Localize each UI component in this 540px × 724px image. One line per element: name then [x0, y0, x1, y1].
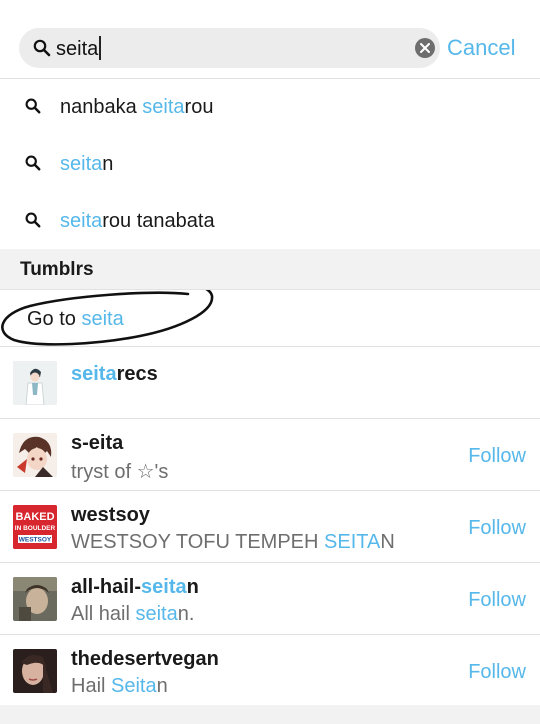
hand-drawn-circle-annotation [1, 290, 214, 346]
section-title: Tumblrs [20, 259, 94, 280]
blog-description: tryst of ☆'s [71, 461, 169, 483]
follow-button[interactable]: Follow [468, 445, 526, 468]
follow-button[interactable]: Follow [468, 589, 526, 612]
search-icon [25, 212, 41, 228]
avatar [13, 361, 57, 405]
suggestion-label: seitarou tanabata [60, 210, 215, 232]
search-suggestion[interactable]: nanbaka seitarou [0, 79, 540, 137]
suggestion-label: nanbaka seitarou [60, 96, 214, 118]
search-query-text: seita [56, 36, 102, 61]
search-icon [33, 39, 51, 57]
section-header-tumblrs: Tumblrs [0, 249, 540, 290]
blog-description: WESTSOY TOFU TEMPEH SEITAN [71, 531, 395, 553]
list-footer-band [0, 705, 540, 724]
blog-row-westsoy[interactable]: BAKED IN BOULDER WESTSOY westsoy WESTSOY… [0, 491, 540, 563]
blog-name: thedesertvegan [71, 648, 219, 670]
blog-row-thedesertvegan[interactable]: thedesertvegan Hail Seitan Follow [0, 635, 540, 707]
go-to-blog-row[interactable]: Go to seita [0, 290, 540, 347]
svg-text:IN BOULDER: IN BOULDER [15, 525, 56, 532]
clear-icon [420, 43, 430, 53]
text-caret [99, 36, 102, 60]
follow-button[interactable]: Follow [468, 661, 526, 684]
search-suggestion[interactable]: seitarou tanabata [0, 193, 540, 251]
svg-text:WESTSOY: WESTSOY [19, 537, 52, 544]
blog-name: seitarecs [71, 363, 158, 385]
avatar [13, 433, 57, 477]
blog-description: All hail seitan. [71, 603, 195, 625]
clear-search-button[interactable] [415, 38, 435, 58]
cancel-button[interactable]: Cancel [447, 35, 515, 61]
blog-description: Hail Seitan [71, 675, 168, 697]
avatar [13, 649, 57, 693]
blog-name: all-hail-seitan [71, 576, 199, 598]
follow-button[interactable]: Follow [468, 517, 526, 540]
westsoy-logo-avatar: BAKED IN BOULDER WESTSOY [13, 505, 57, 549]
search-header: seita Cancel [0, 0, 540, 79]
search-input[interactable]: seita [19, 28, 440, 68]
blog-name: westsoy [71, 504, 150, 526]
blog-name: s-eita [71, 432, 124, 454]
search-suggestion[interactable]: seitan [0, 136, 540, 194]
avatar [13, 577, 57, 621]
search-icon [25, 155, 41, 171]
svg-text:BAKED: BAKED [15, 511, 54, 523]
search-icon [25, 98, 41, 114]
blog-row-s-eita[interactable]: s-eita tryst of ☆'s Follow [0, 419, 540, 491]
blog-row-all-hail-seitan[interactable]: all-hail-seitan All hail seitan. Follow [0, 563, 540, 635]
blog-row-seitarecs[interactable]: seitarecs [0, 347, 540, 419]
suggestion-label: seitan [60, 153, 114, 175]
